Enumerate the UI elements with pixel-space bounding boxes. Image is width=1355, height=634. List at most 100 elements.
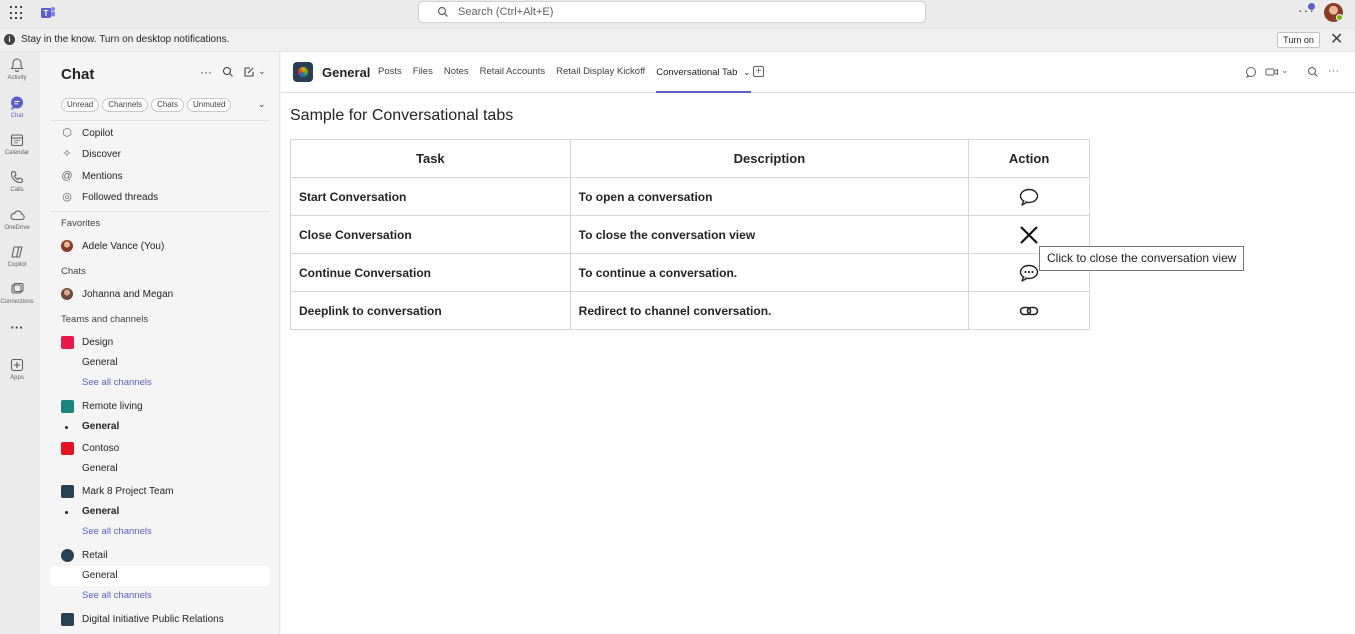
team-label: Mark 8 Project Team [82, 486, 174, 497]
nav-label: Mentions [82, 170, 123, 182]
tab-conversational-tab[interactable]: Conversational Tab ⌄ [656, 52, 751, 93]
rail-item-copilot[interactable]: Copilot [0, 244, 34, 268]
tab-retail-display-kickoff[interactable]: Retail Display Kickoff [556, 52, 645, 93]
rail-item-calls[interactable]: Calls [0, 169, 34, 193]
chevron-down-icon[interactable]: ⌄ [258, 99, 266, 110]
team-avatar [61, 485, 74, 498]
more-options-icon[interactable]: ··· [1328, 65, 1339, 77]
chat-item-label: Johanna and Megan [82, 288, 174, 300]
turn-on-button[interactable]: Turn on [1277, 32, 1320, 48]
see-all-channels-link[interactable]: See all channels [82, 526, 152, 537]
notification-banner: i Stay in the know. Turn on desktop noti… [0, 28, 1355, 52]
rail-item-apps[interactable]: Apps [0, 357, 34, 381]
team-label: Design [82, 337, 114, 348]
search-icon[interactable] [1307, 66, 1319, 78]
channel-team-icon [293, 62, 313, 82]
rail-label: Activity [7, 75, 27, 81]
team-remote-living[interactable]: Remote living [61, 400, 143, 413]
team-avatar [61, 336, 74, 349]
rail-item-connections[interactable]: Connections [0, 281, 34, 305]
presence-available-icon [1336, 14, 1343, 21]
chevron-down-icon: ⌄ [743, 67, 751, 77]
filter-chats[interactable]: Chats [151, 98, 184, 112]
table-row: Continue Conversation To continue a conv… [290, 253, 1090, 292]
close-x-icon[interactable] [1018, 224, 1040, 246]
nav-label: Copilot [82, 127, 114, 139]
description-cell: To open a conversation [569, 177, 970, 216]
rail-label: Calls [10, 187, 24, 193]
nav-item-mentions[interactable]: @ Mentions [61, 167, 123, 185]
copilot-icon [11, 246, 23, 258]
task-cell: Close Conversation [290, 215, 571, 254]
team-contoso[interactable]: Contoso [61, 442, 119, 455]
chat-bubble-icon[interactable] [1018, 186, 1040, 208]
task-cell: Deeplink to conversation [290, 291, 571, 330]
search-placeholder: Search (Ctrl+Alt+E) [458, 6, 554, 18]
channel-item[interactable]: General [64, 421, 119, 432]
tab-notes[interactable]: Notes [444, 52, 469, 93]
chat-dots-icon[interactable] [1018, 262, 1040, 284]
filter-channels[interactable]: Channels [102, 98, 149, 112]
nav-item-followed-threads[interactable]: ◎ Followed threads [61, 188, 158, 206]
notification-dot [1308, 3, 1315, 10]
team-mark-8-project[interactable]: Mark 8 Project Team [61, 485, 174, 498]
link-icon[interactable] [1018, 300, 1040, 322]
app-rail: Activity Chat Calendar Calls OneDrive Co… [0, 52, 40, 634]
rail-item-chat[interactable]: Chat [0, 95, 34, 119]
see-all-channels-link[interactable]: See all channels [82, 590, 152, 601]
add-tab-icon[interactable]: + [753, 66, 764, 77]
team-design[interactable]: Design [61, 336, 113, 349]
new-chat-icon[interactable] [243, 66, 255, 78]
filter-search-icon[interactable] [222, 66, 234, 78]
channel-item[interactable]: General [82, 357, 118, 368]
phone-icon [10, 170, 24, 184]
description-cell: Redirect to channel conversation. [569, 291, 970, 330]
chat-item-johanna-megan[interactable]: Johanna and Megan [61, 288, 173, 300]
channel-item[interactable]: General [64, 506, 119, 517]
info-icon: i [4, 34, 15, 45]
description-cell: To close the conversation view [569, 215, 970, 254]
team-digital-initiative[interactable]: Digital Initiative Public Relations [61, 613, 224, 626]
followed-icon: ◎ [62, 191, 72, 203]
tab-label: Conversational Tab [656, 67, 738, 78]
filter-unread[interactable]: Unread [61, 98, 100, 112]
chat-conversation-icon[interactable] [1245, 66, 1257, 78]
tab-retail-accounts[interactable]: Retail Accounts [480, 52, 545, 93]
team-retail[interactable]: Retail [61, 549, 108, 562]
filter-unmuted[interactable]: Unmuted [186, 98, 232, 112]
rail-label: Copilot [7, 262, 27, 268]
teams-logo-icon: T [41, 7, 55, 18]
task-cell: Start Conversation [290, 177, 571, 216]
see-all-channels-link[interactable]: See all channels [82, 377, 152, 388]
chats-heading: Chats [61, 266, 86, 277]
team-label: Contoso [82, 443, 120, 454]
rail-more-icon[interactable]: ··· [0, 320, 34, 335]
video-call-icon[interactable] [1265, 66, 1279, 78]
rail-item-activity[interactable]: Activity [0, 57, 34, 81]
chevron-down-icon[interactable]: ⌄ [1281, 65, 1289, 76]
chat-item-adele[interactable]: Adele Vance (You) [61, 240, 164, 252]
channel-item-selected[interactable]: General [82, 570, 118, 581]
nav-item-copilot[interactable]: ⬡ Copilot [61, 124, 113, 142]
bell-icon [10, 58, 24, 72]
rail-item-onedrive[interactable]: OneDrive [0, 207, 34, 231]
divider [51, 120, 269, 121]
conversation-table: Task Description Action Start Conversati… [290, 139, 1090, 330]
divider [51, 211, 269, 212]
chat-title: Chat [61, 66, 95, 83]
table-row: Deeplink to conversation Redirect to cha… [290, 291, 1090, 330]
app-launcher-icon[interactable] [10, 6, 24, 20]
rail-item-calendar[interactable]: Calendar [0, 132, 34, 156]
tab-posts[interactable]: Posts [378, 52, 402, 93]
close-icon[interactable]: ✕ [1330, 31, 1343, 49]
page-title: Sample for Conversational tabs [290, 107, 514, 124]
more-options-icon[interactable]: ··· [200, 65, 212, 79]
connections-icon [11, 282, 24, 294]
tab-files[interactable]: Files [413, 52, 433, 93]
chevron-down-icon[interactable]: ⌄ [258, 66, 266, 77]
avatar [61, 288, 73, 300]
search-icon [437, 6, 448, 17]
nav-item-discover[interactable]: ✧ Discover [61, 145, 121, 163]
search-bar[interactable]: Search (Ctrl+Alt+E) [418, 1, 926, 23]
channel-item[interactable]: General [82, 463, 118, 474]
